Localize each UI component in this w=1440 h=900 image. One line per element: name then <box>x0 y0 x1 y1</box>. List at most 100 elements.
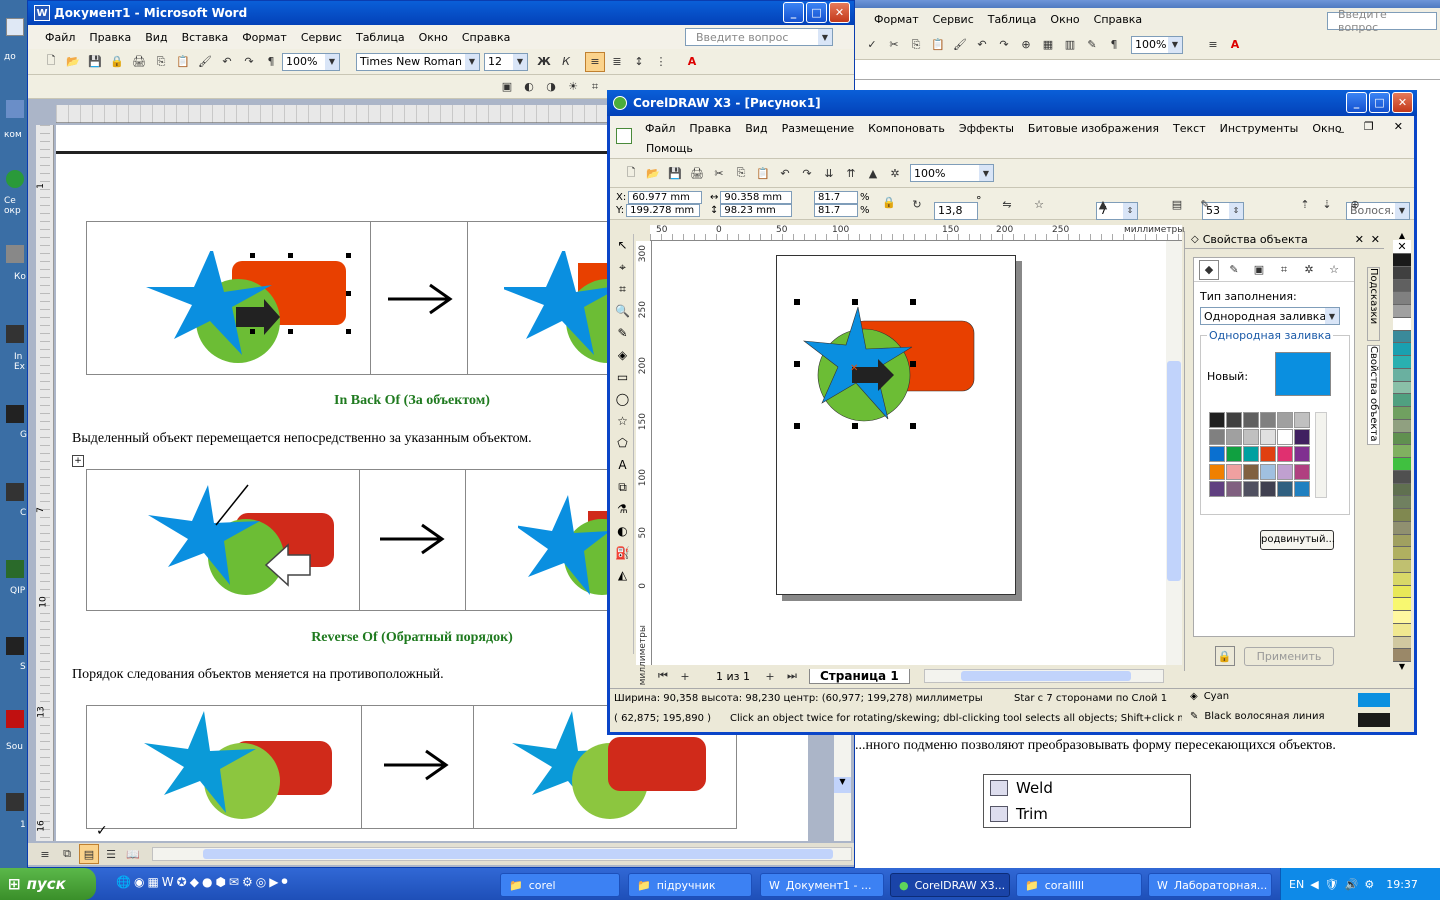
start-button[interactable]: ⊞ пуск <box>0 868 96 900</box>
add-page-after-icon[interactable]: + <box>760 666 780 686</box>
quick-launch-icon[interactable]: ▶ <box>269 875 278 889</box>
quick-launch-icon[interactable]: ✉ <box>229 875 239 889</box>
last-page-icon[interactable]: ⏭ <box>782 666 802 686</box>
desktop-icon-label[interactable]: 1 <box>20 820 26 830</box>
menu-item[interactable]: Эффекты <box>952 116 1021 135</box>
star-tab-icon[interactable]: ☆ <box>1324 260 1344 280</box>
tray-icon[interactable]: ⚙ <box>1364 878 1374 891</box>
undo-icon[interactable]: ↶ <box>972 35 992 55</box>
table-move-handle[interactable]: + <box>72 455 84 467</box>
tab-object-properties[interactable]: Свойства объекта <box>1367 345 1380 445</box>
menu-item[interactable]: Справка <box>455 31 517 44</box>
drawing-icon[interactable]: ✎ <box>1082 35 1102 55</box>
maximize-button[interactable]: □ <box>806 2 827 23</box>
menu-item[interactable]: Сервис <box>294 31 349 44</box>
freehand-tool-icon[interactable]: ✎ <box>617 322 627 344</box>
corel-zoom-combo[interactable]: 100% ▼ <box>910 164 994 182</box>
color-grid-swatch[interactable] <box>1294 463 1310 480</box>
menu-item[interactable]: Размещение <box>775 116 862 135</box>
color-grid-swatch[interactable] <box>1260 412 1276 428</box>
quick-launch-icon[interactable]: ◆ <box>190 875 199 889</box>
open-icon[interactable]: 📂 <box>63 52 83 72</box>
crop-tool-icon[interactable]: ⌗ <box>619 278 626 300</box>
color-grid-swatch[interactable] <box>1226 412 1242 428</box>
align-icon[interactable]: ≡ <box>1203 35 1223 55</box>
palette-swatch[interactable] <box>1393 509 1411 522</box>
desktop-icon[interactable] <box>6 18 24 36</box>
italic-button[interactable]: К <box>556 52 576 72</box>
new-icon[interactable]: 🗋 <box>621 163 641 183</box>
palette-swatch[interactable] <box>1393 598 1411 611</box>
lock-ratio-icon[interactable]: 🔒 <box>879 192 899 212</box>
menu-item[interactable]: Помощь <box>639 142 700 155</box>
color-grid-swatch[interactable] <box>1260 429 1276 446</box>
palette-swatch[interactable] <box>1393 534 1411 548</box>
desktop-icon-label[interactable]: G <box>20 430 27 440</box>
outline-tool-icon[interactable]: ◐ <box>617 520 627 542</box>
cut-icon[interactable]: ✂ <box>884 35 904 55</box>
menu-item[interactable]: Битовые изображения <box>1021 116 1166 135</box>
quick-launch-icon[interactable]: ● <box>202 875 212 889</box>
palette-swatch[interactable] <box>1393 585 1411 599</box>
table-icon[interactable]: ▦ <box>1038 35 1058 55</box>
desktop-icon-label[interactable]: C <box>20 508 26 518</box>
quick-launch-icon[interactable]: W <box>162 875 174 889</box>
columns-icon[interactable]: ▥ <box>1060 35 1080 55</box>
bullets-button[interactable]: ⋮ <box>651 52 671 72</box>
menu-item[interactable]: Файл <box>38 31 82 44</box>
save-icon[interactable]: 💾 <box>85 52 105 72</box>
menu-item[interactable]: Формат <box>867 13 926 26</box>
interactive-tool-icon[interactable]: ⧉ <box>618 476 627 498</box>
ellipse-tool-icon[interactable]: ◯ <box>616 388 629 410</box>
redo-icon[interactable]: ↷ <box>994 35 1014 55</box>
desktop-icon[interactable] <box>6 710 24 728</box>
reading-view-icon[interactable]: 📖 <box>123 844 143 864</box>
quick-launch-icon[interactable]: 🌐 <box>116 875 131 889</box>
welcome-icon[interactable]: ✲ <box>885 163 905 183</box>
desktop-icon[interactable] <box>6 560 24 578</box>
web-view-icon[interactable]: ⧉ <box>57 844 77 864</box>
polygon-tool-icon[interactable]: ☆ <box>617 410 628 432</box>
color-grid-swatch[interactable] <box>1294 480 1310 497</box>
line-spacing-button[interactable]: ↕ <box>629 52 649 72</box>
paste-icon[interactable]: 📋 <box>753 163 773 183</box>
color-grid-swatch[interactable] <box>1209 446 1225 463</box>
color-icon[interactable]: ◐ <box>519 77 539 97</box>
format-painter-icon[interactable]: 🖌 <box>950 35 970 55</box>
copy-icon[interactable]: ⎘ <box>151 52 171 72</box>
palette-swatch[interactable] <box>1393 279 1411 293</box>
color-grid-swatch[interactable] <box>1294 412 1310 428</box>
align-center-button[interactable]: ≡ <box>585 51 605 72</box>
desktop-icon-label[interactable]: Се окр <box>4 196 28 216</box>
task-button[interactable]: 📁 coralllll <box>1016 873 1142 897</box>
desktop-icon-label[interactable]: QIP <box>10 586 25 596</box>
desktop-icon-label[interactable]: S <box>20 662 26 672</box>
doc-restore-icon[interactable]: ❐ <box>1357 120 1381 133</box>
language-indicator[interactable]: EN <box>1289 878 1304 891</box>
convert-curves-icon[interactable]: ⊕ <box>1345 194 1365 214</box>
advanced-button[interactable]: родвинутый... <box>1260 530 1335 550</box>
corel-horizontal-scrollbar[interactable] <box>923 669 1164 683</box>
corel-vertical-scrollbar[interactable] <box>1166 241 1182 665</box>
font-size-combo[interactable]: 12 ▼ <box>484 52 528 71</box>
color-grid-swatch[interactable] <box>1226 446 1242 463</box>
quick-launch-icon[interactable]: ◉ <box>134 875 144 889</box>
open-icon[interactable]: 📂 <box>643 163 663 183</box>
palette-swatch[interactable] <box>1393 317 1411 331</box>
scale-y-input[interactable]: 81.7 <box>814 204 858 217</box>
fill-tab-icon[interactable]: ◆ <box>1199 259 1219 280</box>
color-grid-swatch[interactable] <box>1226 480 1242 497</box>
color-grid-swatch[interactable] <box>1209 480 1225 497</box>
color-grid-swatch[interactable] <box>1243 480 1259 497</box>
mirror-icon[interactable]: ⇋ <box>997 194 1017 214</box>
outline-view-icon[interactable]: ☰ <box>101 844 121 864</box>
docker-close-icon[interactable]: ✕ <box>1355 233 1364 246</box>
desktop-icon-label[interactable]: Ко <box>14 272 26 282</box>
pilcrow-icon[interactable]: ¶ <box>1104 35 1124 55</box>
palette-swatch[interactable] <box>1393 305 1411 318</box>
palette-swatch[interactable] <box>1393 407 1411 420</box>
palette-swatch[interactable] <box>1393 521 1411 535</box>
palette-swatch[interactable] <box>1393 623 1411 637</box>
spell-icon[interactable]: ✓ <box>862 35 882 55</box>
x-position-input[interactable]: 60.977 mm <box>628 191 703 204</box>
